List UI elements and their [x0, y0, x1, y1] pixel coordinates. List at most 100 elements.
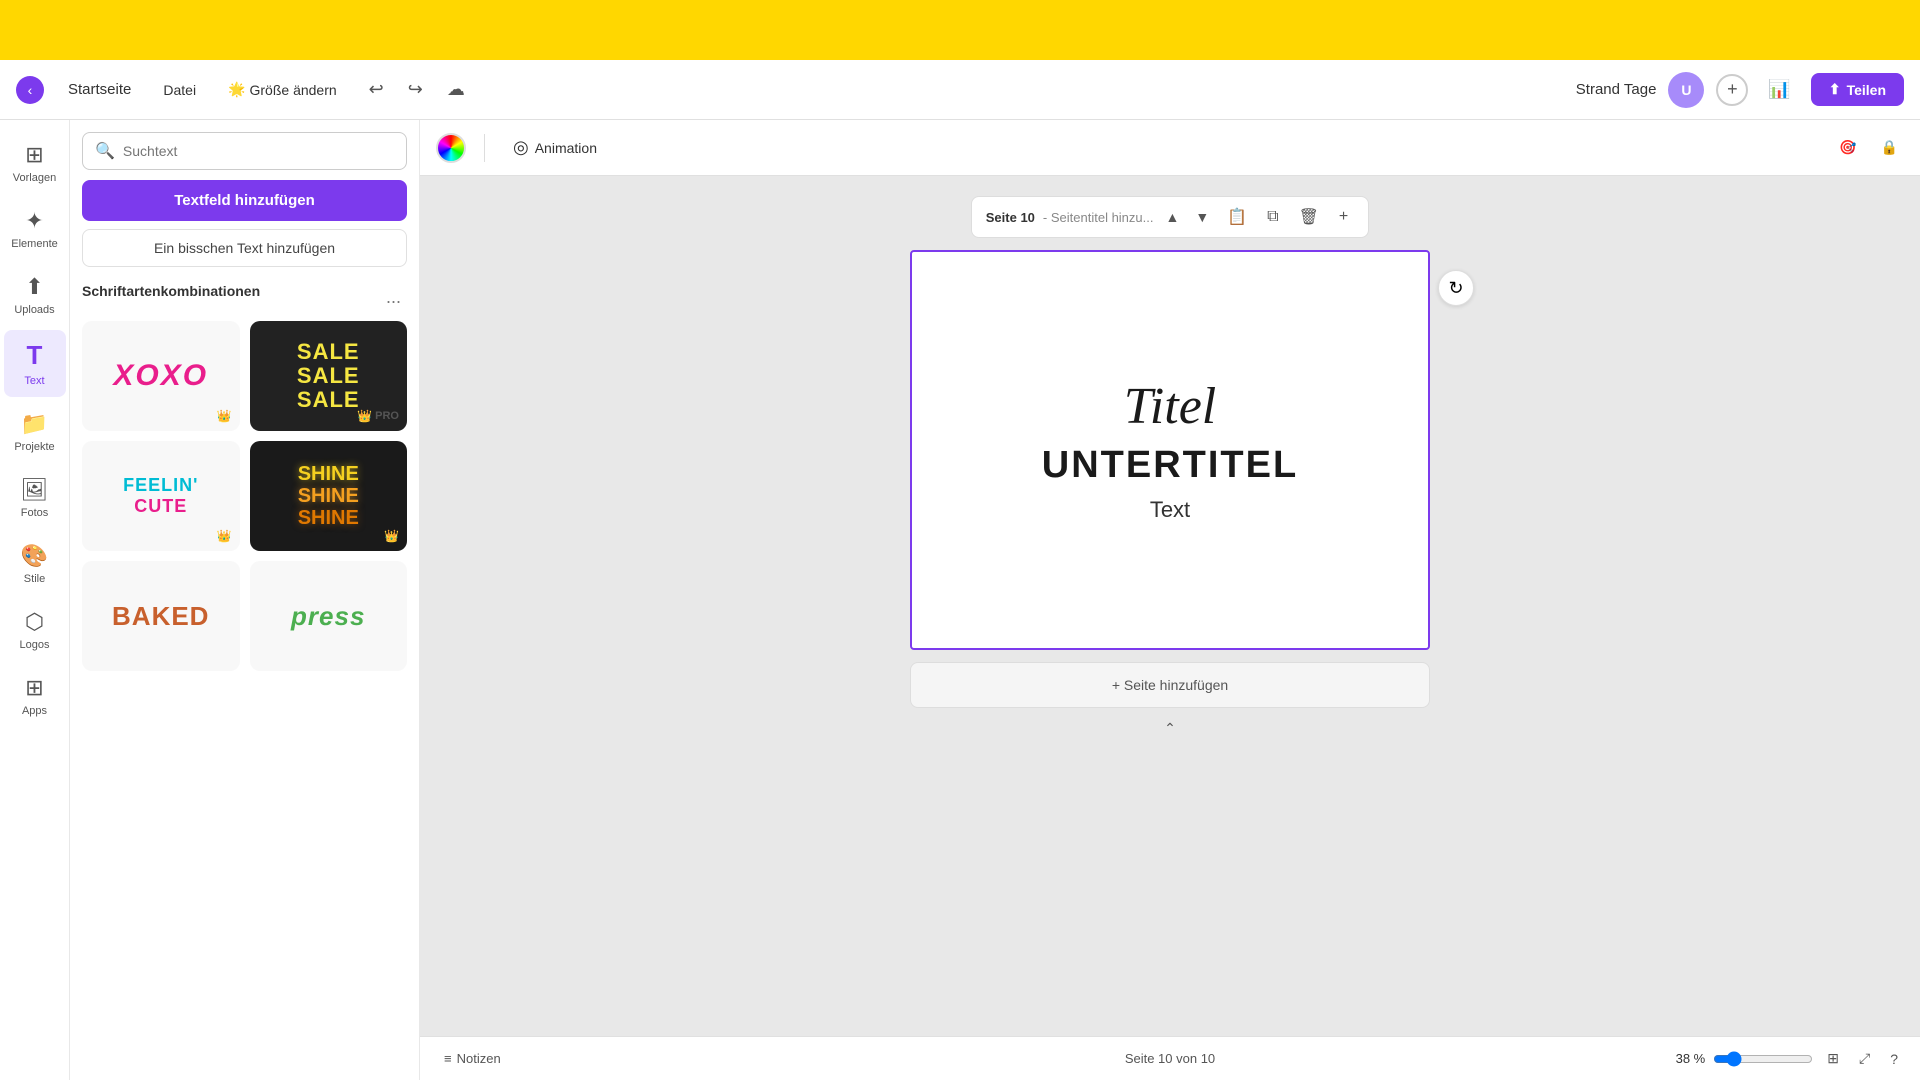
page-up-button[interactable]: ▲ — [1161, 207, 1183, 227]
home-arrow-icon: ‹ — [16, 76, 44, 104]
shine-text: SHINE SHINE SHINE — [298, 463, 359, 529]
collapse-pages-button[interactable]: ⌃ — [1158, 716, 1182, 741]
size-button[interactable]: 🌟 Größe ändern — [220, 75, 345, 104]
shine-line-1: SHINE — [298, 463, 359, 485]
page-delete-button[interactable]: 🗑 — [1293, 203, 1325, 231]
baked-text: BAKED — [112, 601, 209, 632]
status-center: Seite 10 von 10 — [929, 1051, 1410, 1066]
search-icon: 🔍 — [95, 141, 115, 161]
font-combo-baked[interactable]: BAKED — [82, 561, 240, 671]
font-combo-shine[interactable]: SHINE SHINE SHINE 👑 — [250, 441, 408, 551]
sidebar-item-stile[interactable]: 🎨 Stile — [4, 533, 66, 595]
page-number: Seite 10 — [986, 210, 1035, 225]
sidebar-item-projekte[interactable]: 📁 Projekte — [4, 401, 66, 463]
filter-button[interactable]: 🎯 — [1833, 135, 1862, 160]
search-input[interactable] — [123, 143, 394, 159]
canvas-container: Titel UNTERTITEL Text ↻ — [910, 250, 1430, 650]
xoxo-text: XOXO — [113, 359, 208, 393]
xoxo-crown: 👑 — [217, 409, 232, 423]
sidebar-item-logos[interactable]: ⬡ Logos — [4, 599, 66, 661]
zoom-slider-container — [1713, 1051, 1813, 1067]
refresh-button[interactable]: ↻ — [1438, 270, 1474, 306]
page-add-button[interactable]: + — [1333, 204, 1354, 230]
feelin-line2: CUTE — [134, 496, 187, 517]
stats-button[interactable]: 📊 — [1760, 75, 1798, 104]
pro-label: PRO — [375, 410, 399, 422]
sale-line-1: SALE — [297, 340, 360, 364]
add-textfield-button[interactable]: Textfeld hinzufügen — [82, 180, 407, 221]
canvas-toolbar: ◎ Animation 🎯 🔒 — [420, 120, 1920, 176]
fotos-icon: 🖼 — [21, 477, 49, 503]
font-combo-sale[interactable]: SALE SALE SALE 👑 PRO — [250, 321, 408, 431]
page-info: Seite 10 von 10 — [1125, 1051, 1215, 1066]
section-title: Schriftartenkombinationen — [82, 283, 260, 299]
apps-icon: ⊞ — [25, 675, 43, 701]
font-combos-grid: XOXO 👑 SALE SALE SALE 👑 PRO — [82, 321, 407, 671]
navbar-right: Strand Tage U + 📊 ⬆ Teilen — [1576, 72, 1904, 108]
font-combo-xoxo[interactable]: XOXO 👑 — [82, 321, 240, 431]
top-banner — [0, 0, 1920, 60]
search-box: 🔍 — [82, 132, 407, 170]
cloud-button[interactable]: ☁ — [439, 75, 473, 104]
sun-icon: 🌟 — [228, 81, 245, 98]
logos-icon: ⬡ — [25, 609, 44, 635]
status-bar: ≡ Notizen Seite 10 von 10 38 % ⊞ ⤢ ? — [420, 1036, 1920, 1080]
share-button[interactable]: ⬆ Teilen — [1811, 73, 1904, 106]
page-copy-button[interactable]: 📋 — [1221, 203, 1253, 231]
feelin-crown: 👑 — [217, 529, 232, 543]
undo-button[interactable]: ↩ — [361, 75, 392, 104]
notes-button[interactable]: ≡ Notizen — [436, 1047, 509, 1070]
file-button[interactable]: Datei — [155, 76, 204, 104]
sidebar-item-text[interactable]: T Text — [4, 330, 66, 397]
crown-icon-feelin: 👑 — [217, 529, 232, 543]
shine-line-2: SHINE — [298, 485, 359, 507]
canvas-area: ◎ Animation 🎯 🔒 Seite 10 - Seitentitel h… — [420, 120, 1920, 1080]
help-button[interactable]: ? — [1884, 1047, 1904, 1071]
add-page-button[interactable]: + Seite hinzufügen — [910, 662, 1430, 708]
sale-text: SALE SALE SALE — [297, 340, 360, 413]
navbar-left: ‹ Startseite Datei 🌟 Größe ändern ↩ ↪ ☁ — [16, 75, 1564, 104]
add-small-text-button[interactable]: Ein bisschen Text hinzufügen — [82, 229, 407, 267]
stile-icon: 🎨 — [21, 543, 48, 569]
lock-button[interactable]: 🔒 — [1875, 135, 1904, 160]
grid-view-button[interactable]: ⊞ — [1821, 1046, 1845, 1071]
press-text: press — [291, 601, 365, 632]
animation-button[interactable]: ◎ Animation — [503, 131, 607, 164]
sidebar-item-fotos[interactable]: 🖼 Fotos — [4, 467, 66, 529]
chevron-up-container: ⌃ — [1158, 716, 1182, 741]
page-controls: Seite 10 - Seitentitel hinzu... ▲ ▼ 📋 ⧉ … — [971, 196, 1369, 238]
font-combo-feelin[interactable]: FEELIN' CUTE 👑 — [82, 441, 240, 551]
canvas-text[interactable]: Text — [1150, 497, 1190, 523]
sidebar-item-vorlagen[interactable]: ⊞ Vorlagen — [4, 132, 66, 194]
vorlagen-icon: ⊞ — [25, 142, 43, 168]
zoom-slider[interactable] — [1713, 1051, 1813, 1067]
divider — [484, 134, 485, 162]
canvas-main: Seite 10 - Seitentitel hinzu... ▲ ▼ 📋 ⧉ … — [420, 176, 1920, 1036]
page-down-button[interactable]: ▼ — [1191, 207, 1213, 227]
panel-content: 🔍 Textfeld hinzufügen Ein bisschen Text … — [70, 120, 419, 1080]
canvas-subtitle[interactable]: UNTERTITEL — [1042, 444, 1298, 487]
redo-button[interactable]: ↪ — [400, 75, 431, 104]
font-combo-press[interactable]: press — [250, 561, 408, 671]
canvas-white: Titel UNTERTITEL Text — [910, 250, 1430, 650]
sidebar-item-elemente[interactable]: ✦ Elemente — [4, 198, 66, 260]
add-collaborator-button[interactable]: + — [1716, 74, 1748, 106]
color-swatch[interactable] — [436, 133, 466, 163]
fullscreen-button[interactable]: ⤢ — [1853, 1046, 1876, 1071]
navbar-center: ↩ ↪ ☁ — [361, 75, 473, 104]
elemente-icon: ✦ — [25, 208, 43, 234]
page-duplicate-button[interactable]: ⧉ — [1261, 204, 1284, 230]
sale-pro-badge: 👑 PRO — [357, 409, 399, 423]
share-icon: ⬆ — [1829, 81, 1841, 98]
more-options-button[interactable]: ... — [380, 285, 407, 310]
crown-icon-shine: 👑 — [384, 529, 399, 543]
left-toolbar: ⊞ Vorlagen ✦ Elemente ⬆ Uploads T Text 📁… — [0, 120, 70, 1080]
canvas-title[interactable]: Titel — [1124, 377, 1216, 436]
sale-line-2: SALE — [297, 364, 360, 388]
home-button[interactable]: Startseite — [60, 75, 139, 104]
project-name: Strand Tage — [1576, 81, 1657, 98]
notes-icon: ≡ — [444, 1051, 452, 1066]
left-panel: 🔍 Textfeld hinzufügen Ein bisschen Text … — [70, 120, 420, 1080]
sidebar-item-apps[interactable]: ⊞ Apps — [4, 665, 66, 727]
sidebar-item-uploads[interactable]: ⬆ Uploads — [4, 264, 66, 326]
